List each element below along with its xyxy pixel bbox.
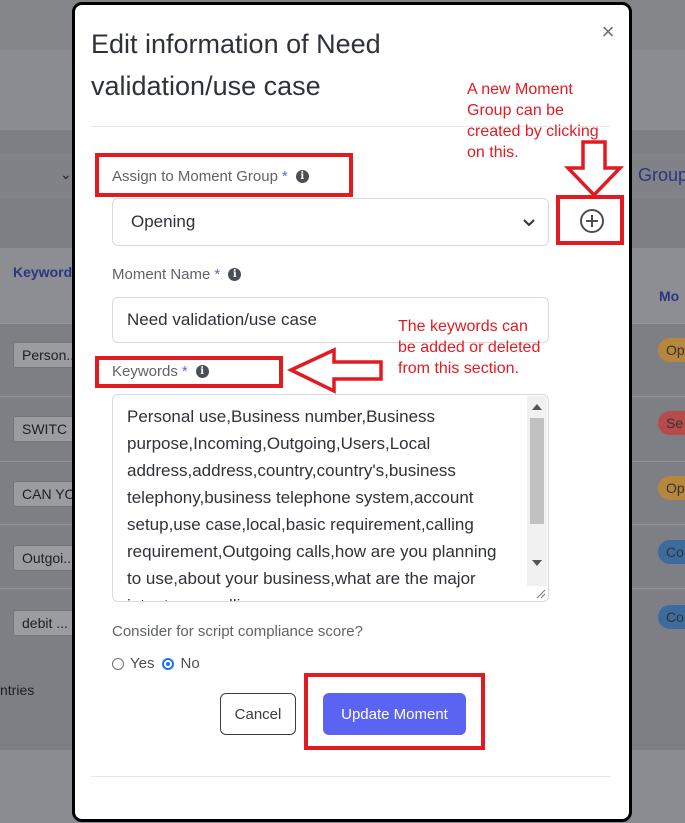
annotation-arrow-left <box>286 347 383 394</box>
annotation-line: Group can be <box>467 102 564 119</box>
annotation-line: created by clicking <box>467 123 599 140</box>
annotation-line: The keywords can <box>398 318 528 335</box>
annotation-line: A new Moment <box>467 81 573 98</box>
annotation-line: on this. <box>467 144 519 161</box>
annotation-keywords-note: The keywords can be added or deleted fro… <box>398 316 540 379</box>
annotation-new-group-note: A new Moment Group can be created by cli… <box>467 79 599 163</box>
annotation-line: be added or deleted <box>398 339 541 356</box>
annotation-line: from this section. <box>398 360 519 377</box>
